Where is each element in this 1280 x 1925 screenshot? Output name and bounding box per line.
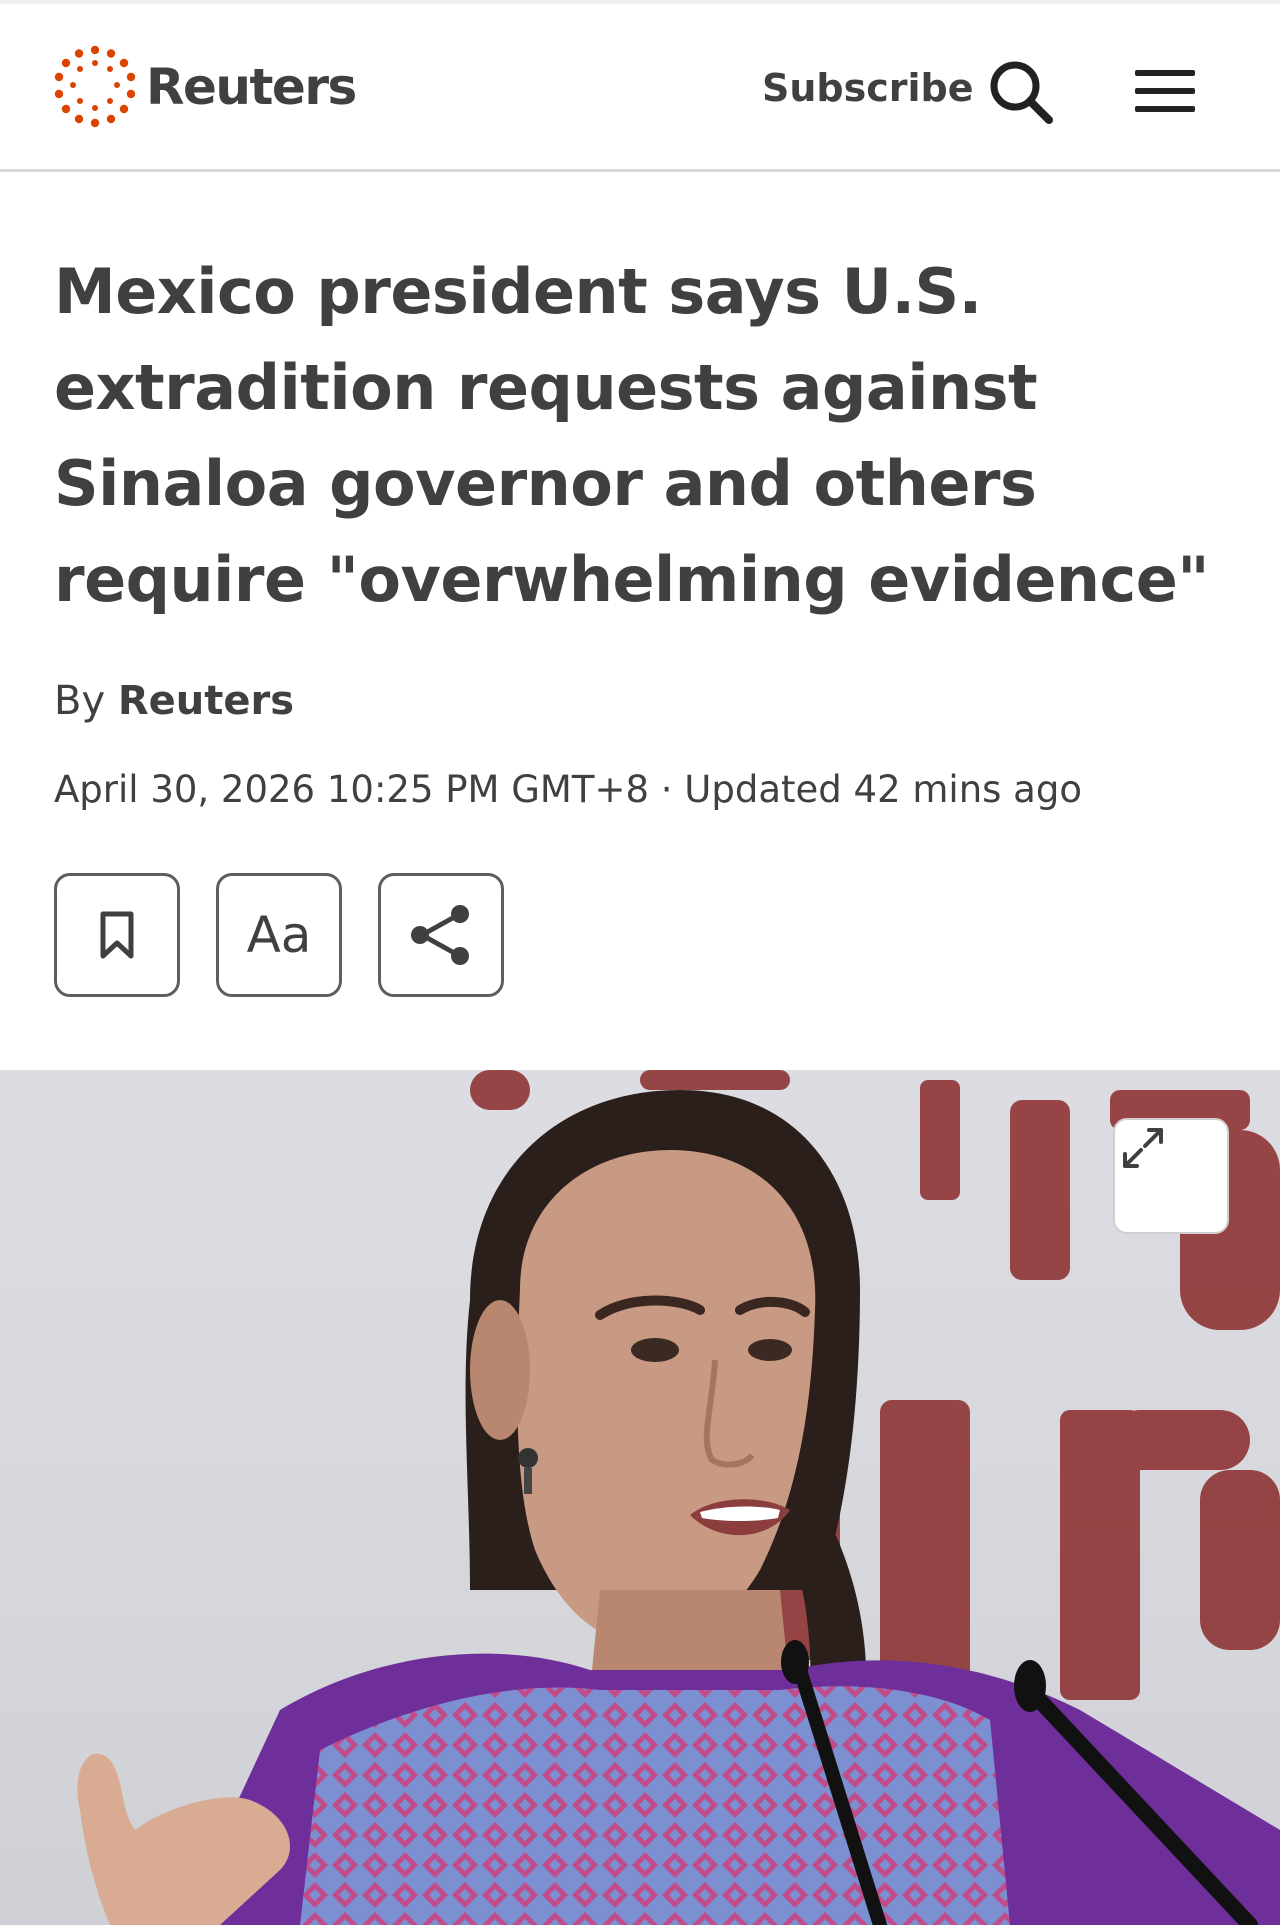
publish-date: April 30, 2026 10:25 PM GMT+8: [54, 768, 649, 811]
byline-prefix: By: [54, 678, 106, 724]
photo-illustration: [77, 1070, 1280, 1925]
byline: By Reuters: [54, 678, 294, 724]
reuters-logo[interactable]: Reuters: [52, 44, 357, 130]
expand-photo-button[interactable]: [1113, 1118, 1229, 1234]
article-photo[interactable]: [0, 1070, 1280, 1925]
search-icon: [990, 61, 1053, 124]
share-icon: [411, 905, 469, 965]
date-separator: ·: [660, 768, 673, 811]
font-size-button[interactable]: Aa: [216, 873, 342, 997]
bookmark-icon: [100, 911, 134, 959]
expand-icon: [1123, 1128, 1163, 1168]
subscribe-button[interactable]: Subscribe: [762, 66, 974, 110]
article-headline: Mexico president says U.S. extradition r…: [54, 255, 1210, 616]
site-header: Reuters Subscribe: [0, 0, 1280, 172]
menu-button[interactable]: [1135, 66, 1195, 116]
search-button[interactable]: [985, 56, 1057, 128]
updated-time: Updated 42 mins ago: [684, 768, 1082, 811]
menu-icon: [1135, 70, 1195, 112]
font-size-label: Aa: [246, 906, 312, 964]
author-link[interactable]: Reuters: [118, 678, 294, 724]
brand-name: Reuters: [146, 58, 357, 116]
reuters-logo-icon: [54, 45, 136, 128]
share-button[interactable]: [378, 873, 504, 997]
dateline: April 30, 2026 10:25 PM GMT+8 · Updated …: [54, 768, 1082, 811]
bookmark-button[interactable]: [54, 873, 180, 997]
